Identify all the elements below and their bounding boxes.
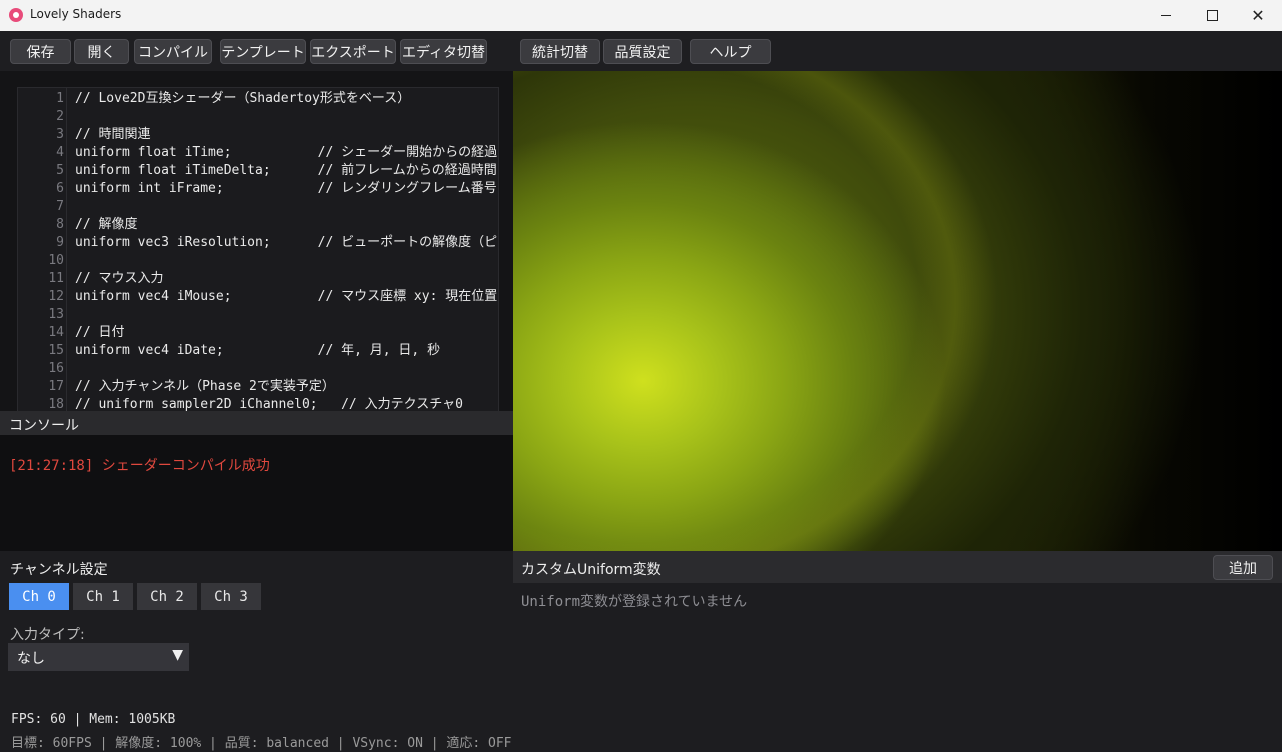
- code-line: // Love2D互換シェーダー（Shadertoy形式をベース）: [75, 91, 411, 106]
- shader-preview[interactable]: [513, 71, 1282, 551]
- close-button[interactable]: ✕: [1235, 0, 1281, 31]
- line-number: 5: [56, 163, 64, 178]
- uniform-header: カスタムUniform変数 追加: [513, 551, 1282, 583]
- code-line: uniform int iFrame; // レンダリングフレーム番号: [75, 181, 497, 196]
- input-type-select[interactable]: なし ▼: [8, 643, 189, 671]
- line-number: 11: [48, 271, 64, 286]
- custom-uniform-panel: カスタムUniform変数 追加 Uniform変数が登録されていません: [513, 551, 1282, 752]
- app-logo-icon: [9, 8, 23, 22]
- uniform-title: カスタムUniform変数: [521, 562, 661, 578]
- add-uniform-button[interactable]: 追加: [1213, 555, 1273, 580]
- code-line: uniform float iTime; // シェーダー開始からの経過: [75, 145, 498, 160]
- title-bar: Lovely Shaders ✕: [0, 0, 1282, 32]
- template-button[interactable]: テンプレート: [220, 39, 306, 64]
- channel-settings-panel: チャンネル設定 Ch 0 Ch 1 Ch 2 Ch 3 入力タイプ: なし ▼ …: [0, 551, 513, 752]
- code-line: // 入力チャンネル（Phase 2で実装予定）: [75, 379, 335, 394]
- save-button[interactable]: 保存: [10, 39, 71, 64]
- line-number: 6: [56, 181, 64, 196]
- line-number: 13: [48, 307, 64, 322]
- channel-tab-2[interactable]: Ch 2: [137, 583, 197, 610]
- channel-tab-3[interactable]: Ch 3: [201, 583, 261, 610]
- help-button[interactable]: ヘルプ: [690, 39, 771, 64]
- input-type-value: なし: [17, 651, 45, 667]
- maximize-icon: [1206, 10, 1218, 21]
- code-line: // 時間関連: [75, 127, 151, 142]
- code-line: uniform vec4 iMouse; // マウス座標 xy: 現在位置: [75, 289, 498, 304]
- line-number: 2: [56, 109, 64, 124]
- line-number: 9: [56, 235, 64, 250]
- line-number: 15: [48, 343, 64, 358]
- performance-status: 目標: 60FPS | 解像度: 100% | 品質: balanced | V…: [11, 736, 512, 751]
- code-line: uniform vec4 iDate; // 年, 月, 日, 秒: [75, 343, 441, 358]
- line-number: 8: [56, 217, 64, 232]
- line-number: 17: [48, 379, 64, 394]
- stats-toggle-button[interactable]: 統計切替: [520, 39, 600, 64]
- line-number: 16: [48, 361, 64, 376]
- line-number: 18: [48, 397, 64, 411]
- fps-status: FPS: 60 | Mem: 1005KB: [11, 712, 176, 727]
- code-line: // 解像度: [75, 217, 138, 232]
- uniform-empty-message: Uniform変数が登録されていません: [521, 594, 748, 610]
- compile-button[interactable]: コンパイル: [134, 39, 212, 64]
- editor-toggle-button[interactable]: エディタ切替: [400, 39, 487, 64]
- line-number: 14: [48, 325, 64, 340]
- maximize-button[interactable]: [1189, 0, 1235, 31]
- channel-tab-1[interactable]: Ch 1: [73, 583, 133, 610]
- line-number: 1: [56, 91, 64, 106]
- code-editor[interactable]: 1 // Love2D互換シェーダー（Shadertoy形式をベース） 2 3 // 時…: [17, 87, 499, 411]
- code-line: uniform float iTimeDelta; // 前フレームからの経過時…: [75, 163, 497, 178]
- close-icon: ✕: [1251, 6, 1265, 25]
- minimize-button[interactable]: [1143, 0, 1189, 31]
- code-line: // uniform sampler2D iChannel0; // 入力テクス…: [75, 397, 463, 411]
- channel-settings-title: チャンネル設定: [10, 562, 108, 578]
- editor-area: 1 // Love2D互換シェーダー（Shadertoy形式をベース） 2 3 // 時…: [0, 71, 513, 411]
- console-output: [21:27:18] シェーダーコンパイル成功: [0, 435, 513, 551]
- dropdown-arrow-icon: ▼: [172, 647, 183, 663]
- minimize-icon: [1161, 15, 1171, 16]
- line-number: 10: [48, 253, 64, 268]
- quality-settings-button[interactable]: 品質設定: [603, 39, 682, 64]
- export-button[interactable]: エクスポート: [310, 39, 396, 64]
- console-message: [21:27:18] シェーダーコンパイル成功: [9, 458, 270, 474]
- line-number: 4: [56, 145, 64, 160]
- code-line: // マウス入力: [75, 271, 164, 286]
- console-header: コンソール: [0, 411, 513, 435]
- toolbar: 保存 開く コンパイル テンプレート エクスポート エディタ切替 統計切替 品質…: [0, 31, 1282, 71]
- channel-tab-0[interactable]: Ch 0: [9, 583, 69, 610]
- code-line: // 日付: [75, 325, 125, 340]
- code-line: uniform vec3 iResolution; // ビューポートの解像度（…: [75, 235, 498, 250]
- line-number: 12: [48, 289, 64, 304]
- line-number: 7: [56, 199, 64, 214]
- line-number: 3: [56, 127, 64, 142]
- window-title: Lovely Shaders: [30, 7, 122, 21]
- console-title: コンソール: [9, 418, 79, 434]
- open-button[interactable]: 開く: [74, 39, 129, 64]
- input-type-label: 入力タイプ:: [10, 627, 85, 643]
